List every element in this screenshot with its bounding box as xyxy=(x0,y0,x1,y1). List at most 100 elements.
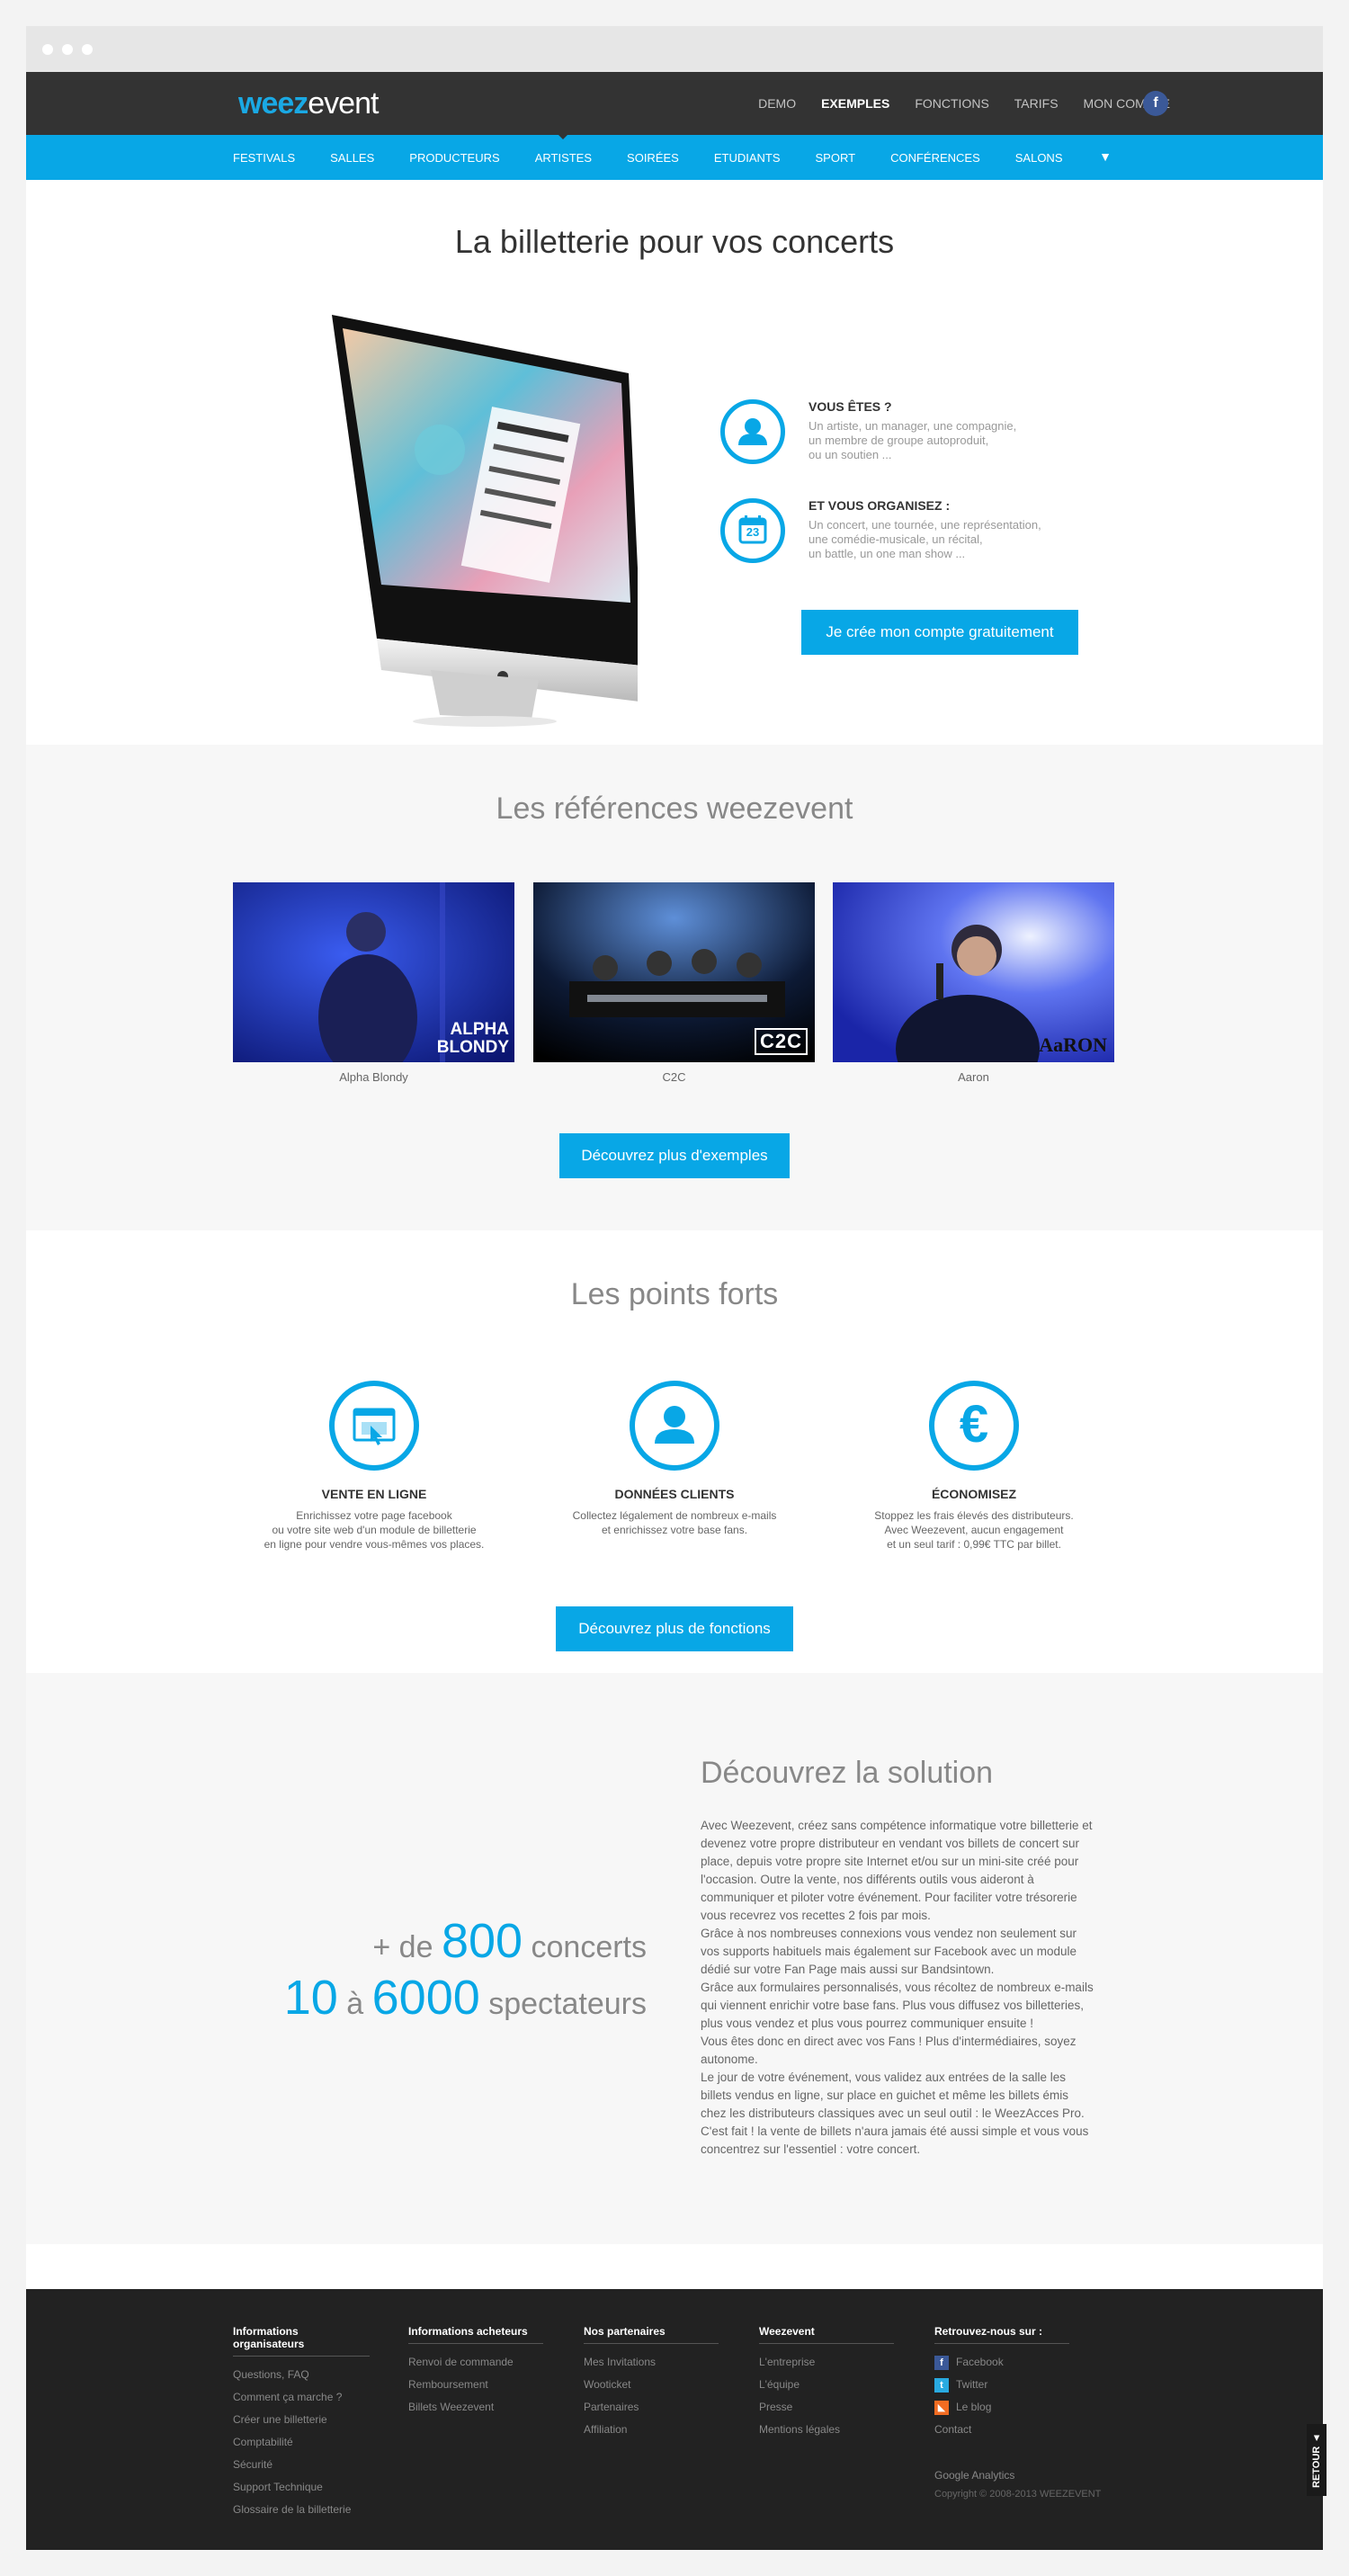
footer-col-title: Weezevent xyxy=(759,2325,894,2344)
strength-savings-title: ÉCONOMISEZ xyxy=(931,1487,1017,1501)
hero-title: La billetterie pour vos concerts xyxy=(454,223,895,260)
rss-icon: ◣ xyxy=(934,2400,949,2415)
back-to-top-button[interactable]: RETOUR ▲ xyxy=(1307,2424,1327,2496)
reference-overlay-text: C2C xyxy=(754,1028,808,1055)
strength-customer-data-text: Collectez légalement de nombreux e-mails… xyxy=(572,1509,777,1536)
top-bar: weezevent DEMO EXEMPLES FONCTIONS TARIFS… xyxy=(26,72,1323,135)
footer-col-weezevent: Weezevent L'entreprise L'équipe Presse M… xyxy=(759,2325,894,2441)
strength-savings: € ÉCONOMISEZ Stoppez les frais élevés de… xyxy=(839,1381,1109,1552)
footer-link[interactable]: Presse xyxy=(759,2396,894,2419)
footer-link[interactable]: Billets Weezevent xyxy=(408,2396,543,2419)
footer-link[interactable]: Créer une billetterie xyxy=(233,2409,370,2431)
footer-blog-link[interactable]: ◣ Le blog xyxy=(934,2396,1069,2419)
stat-number: 10 xyxy=(283,1971,338,2025)
reference-c2c-image[interactable]: C2C xyxy=(533,882,815,1062)
category-nav: FESTIVALS SALLES PRODUCTEURS ARTISTES SO… xyxy=(233,133,1098,180)
feature-who-text: Un artiste, un manager, une compagnie, u… xyxy=(809,419,1017,461)
strength-online-sales-text: Enrichissez votre page facebook ou votre… xyxy=(264,1509,485,1551)
euro-symbol: € xyxy=(959,1395,989,1453)
calendar-icon: 23 xyxy=(720,498,785,563)
category-festivals[interactable]: FESTIVALS xyxy=(233,151,295,165)
window-dot-icon[interactable] xyxy=(42,44,53,55)
footer-link[interactable]: Sécurité xyxy=(233,2454,370,2476)
footer-link[interactable]: Mentions légales xyxy=(759,2419,894,2441)
footer-link[interactable]: Questions, FAQ xyxy=(233,2364,370,2386)
category-artistes[interactable]: ARTISTES xyxy=(535,133,592,165)
footer-col-title: Retrouvez-nous sur : xyxy=(934,2325,1069,2344)
browser-window: weezevent DEMO EXEMPLES FONCTIONS TARIFS… xyxy=(26,26,1327,2550)
references-section: Les références weezevent ALPHA BLONDY Al… xyxy=(26,745,1323,1230)
user-icon xyxy=(720,399,785,464)
reference-overlay-text: AaRON xyxy=(1039,1033,1107,1056)
facebook-icon[interactable]: f xyxy=(1143,91,1168,116)
stats-block: + de 800 concerts 10 à 6000 spectateurs xyxy=(284,1916,647,2029)
top-nav: DEMO EXEMPLES FONCTIONS TARIFS MON COMPT… xyxy=(758,72,1170,135)
strengths-title: Les points forts xyxy=(570,1277,779,1311)
footer-facebook-link[interactable]: f Facebook xyxy=(934,2351,1069,2374)
reference-aaron-image[interactable]: AaRON xyxy=(833,882,1114,1062)
browser-cursor-icon xyxy=(329,1381,419,1471)
footer-link[interactable]: L'entreprise xyxy=(759,2351,894,2374)
footer-link[interactable]: Wooticket xyxy=(584,2374,719,2396)
nav-demo[interactable]: DEMO xyxy=(758,96,796,111)
window-dot-icon[interactable] xyxy=(82,44,93,55)
nav-exemples[interactable]: EXEMPLES xyxy=(821,96,889,111)
stat-number: 6000 xyxy=(371,1971,480,2025)
footer-link[interactable]: L'équipe xyxy=(759,2374,894,2396)
reference-alpha-blondy-label: Alpha Blondy xyxy=(339,1070,408,1084)
category-sport[interactable]: SPORT xyxy=(816,151,856,165)
strength-savings-text: Stoppez les frais élevés des distributeu… xyxy=(874,1509,1074,1551)
chevron-down-icon[interactable]: ▼ xyxy=(1099,149,1112,164)
footer-link[interactable]: Comptabilité xyxy=(233,2431,370,2454)
reference-alpha-blondy-image[interactable]: ALPHA BLONDY xyxy=(233,882,514,1062)
footer-link[interactable]: Glossaire de la billetterie xyxy=(233,2499,370,2521)
category-conferences[interactable]: CONFÉRENCES xyxy=(890,151,980,165)
euro-icon: € xyxy=(929,1381,1019,1471)
stat-text: concerts xyxy=(531,1930,648,1964)
feature-organize-title: ET VOUS ORGANISEZ : xyxy=(809,498,951,513)
nav-fonctions[interactable]: FONCTIONS xyxy=(915,96,988,111)
footer-col-partners: Nos partenaires Mes Invitations Wooticke… xyxy=(584,2325,719,2441)
footer-twitter-link[interactable]: t Twitter xyxy=(934,2374,1069,2396)
category-bar: FESTIVALS SALLES PRODUCTEURS ARTISTES SO… xyxy=(26,133,1323,180)
footer-link[interactable]: Support Technique xyxy=(233,2476,370,2499)
footer-link-label: Le blog xyxy=(956,2401,992,2413)
footer-link[interactable]: Comment ça marche ? xyxy=(233,2386,370,2409)
footer-contact-link[interactable]: Contact xyxy=(934,2419,1069,2441)
footer-col-title: Nos partenaires xyxy=(584,2325,719,2344)
category-producteurs[interactable]: PRODUCTEURS xyxy=(409,151,499,165)
category-soirees[interactable]: SOIRÉES xyxy=(627,151,679,165)
footer-link[interactable]: Renvoi de commande xyxy=(408,2351,543,2374)
feature-organize-text: Un concert, une tournée, une représentat… xyxy=(809,518,1041,560)
logo-text: wee xyxy=(238,86,294,121)
create-account-button[interactable]: Je crée mon compte gratuitement xyxy=(801,610,1078,655)
stat-spectators: 10 à 6000 spectateurs xyxy=(284,1972,647,2029)
strength-online-sales: VENTE EN LIGNE Enrichissez votre page fa… xyxy=(239,1381,509,1552)
weezevent-logo[interactable]: weezevent xyxy=(238,86,379,121)
feature-who-title: VOUS ÊTES ? xyxy=(809,399,892,414)
category-etudiants[interactable]: ETUDIANTS xyxy=(714,151,781,165)
copyright: Copyright © 2008-2013 WEEZEVENT xyxy=(934,2489,1102,2500)
logo-text: event xyxy=(308,86,379,121)
solution-section: + de 800 concerts 10 à 6000 spectateurs … xyxy=(26,1673,1323,2244)
strength-customer-data: DONNÉES CLIENTS Collectez légalement de … xyxy=(540,1381,809,1537)
footer: Informations organisateurs Questions, FA… xyxy=(26,2289,1323,2550)
window-dot-icon[interactable] xyxy=(62,44,73,55)
footer-col-title: Informations organisateurs xyxy=(233,2325,370,2357)
solution-title: Découvrez la solution xyxy=(701,1756,994,1790)
category-salons[interactable]: SALONS xyxy=(1015,151,1063,165)
stat-number: 800 xyxy=(441,1914,523,1968)
footer-col-social: Retrouvez-nous sur : f Facebook t Twitter … xyxy=(934,2325,1069,2441)
google-analytics-link[interactable]: Google Analytics xyxy=(934,2469,1014,2482)
footer-col-buyers: Informations acheteurs Renvoi de command… xyxy=(408,2325,543,2419)
nav-tarifs[interactable]: TARIFS xyxy=(1014,96,1059,111)
stat-text: + de xyxy=(372,1930,433,1964)
footer-link[interactable]: Affiliation xyxy=(584,2419,719,2441)
category-salles[interactable]: SALLES xyxy=(330,151,374,165)
more-functions-button[interactable]: Découvrez plus de fonctions xyxy=(556,1606,793,1651)
footer-link[interactable]: Remboursement xyxy=(408,2374,543,2396)
footer-link[interactable]: Partenaires xyxy=(584,2396,719,2419)
more-examples-button[interactable]: Découvrez plus d'exemples xyxy=(559,1133,790,1178)
stat-text: à xyxy=(346,1987,364,2021)
footer-link[interactable]: Mes Invitations xyxy=(584,2351,719,2374)
